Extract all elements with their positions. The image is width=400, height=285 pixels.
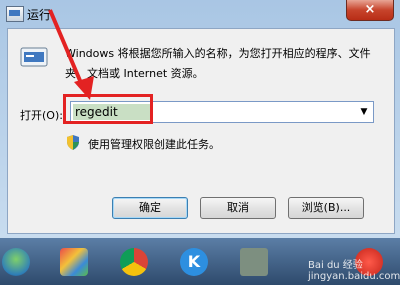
run-app-icon <box>6 6 24 22</box>
ok-button[interactable]: 确定 <box>112 197 188 219</box>
chrome-icon[interactable] <box>120 248 148 276</box>
open-label: 打开(O): <box>20 109 63 122</box>
admin-privilege-note: 使用管理权限创建此任务。 <box>88 138 220 151</box>
paint-icon[interactable] <box>60 248 88 276</box>
close-button[interactable]: × <box>346 0 394 21</box>
browse-button[interactable]: 浏览(B)... <box>288 197 364 219</box>
app-icon[interactable] <box>240 248 268 276</box>
annotation-highlight-box <box>63 94 153 124</box>
shield-icon <box>67 135 79 150</box>
kugou-icon[interactable]: K <box>180 248 208 276</box>
title-bar[interactable]: 运行 × <box>0 0 400 28</box>
dialog-description: Windows 将根据您所输入的名称，为您打开相应的程序、文件夹、文档或 Int… <box>65 47 371 80</box>
run-program-icon <box>20 47 48 67</box>
window-title: 运行 <box>27 8 52 22</box>
start-orb-icon[interactable] <box>2 248 30 276</box>
watermark: Bai du 经验 jingyan.baidu.com <box>308 260 400 282</box>
cancel-button[interactable]: 取消 <box>200 197 276 219</box>
dropdown-arrow-icon[interactable]: ▼ <box>355 102 373 122</box>
